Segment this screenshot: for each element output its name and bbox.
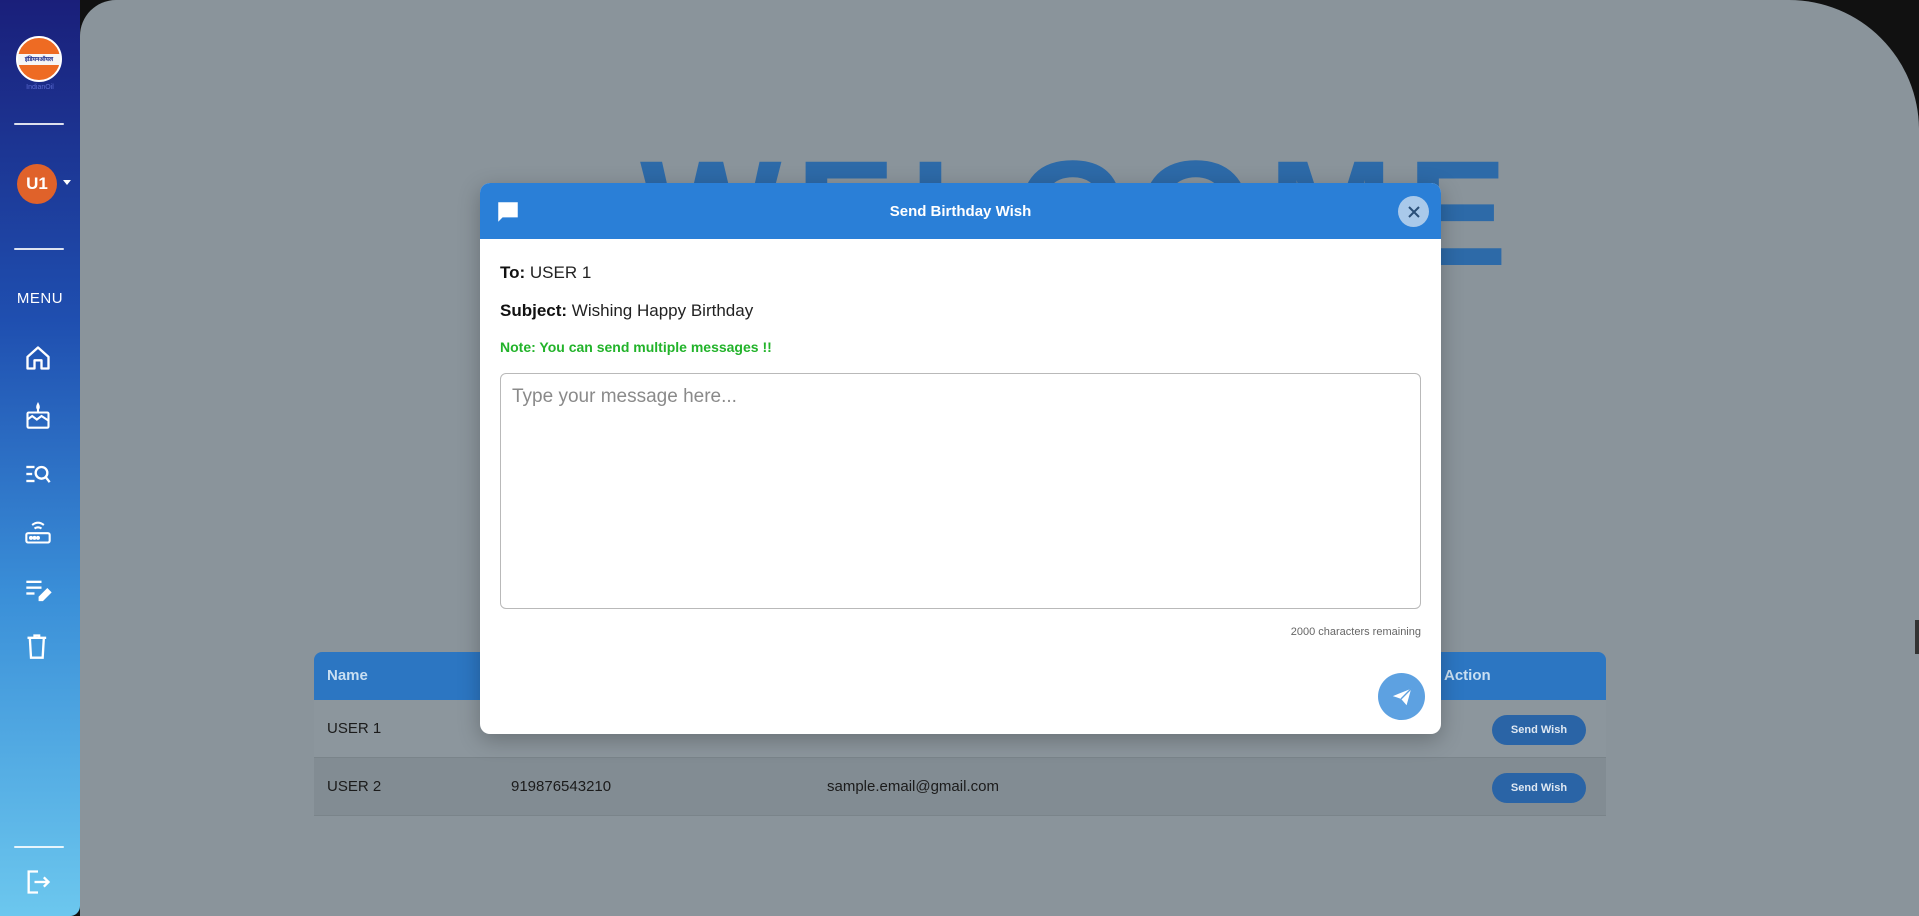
to-value: USER 1 (529, 263, 592, 282)
dialog-title: Send Birthday Wish (889, 202, 1032, 220)
home-icon[interactable] (22, 342, 54, 374)
send-wish-dialog: Send Birthday Wish To: USER 1 Subject: W… (480, 183, 1441, 734)
dialog-header: Send Birthday Wish (480, 183, 1441, 239)
cell-email: sample.email@gmail.com (827, 778, 999, 795)
send-icon (1392, 687, 1412, 705)
column-header-action: Action (1444, 667, 1491, 684)
chat-icon (498, 202, 518, 222)
cell-name: USER 1 (327, 720, 382, 737)
logout-icon[interactable] (22, 866, 54, 898)
column-header-name: Name (327, 667, 368, 684)
send-button[interactable] (1378, 673, 1425, 720)
search-list-icon[interactable] (22, 458, 54, 490)
sidebar-divider (14, 248, 64, 250)
indianoil-logo[interactable]: इंडियनऑयल (16, 36, 62, 82)
characters-remaining: 2000 characters remaining (1290, 626, 1421, 638)
to-label: To: (500, 263, 526, 282)
menu-label: MENU (16, 290, 64, 307)
birthday-cake-icon[interactable] (22, 400, 54, 432)
close-icon (1407, 205, 1420, 218)
sidebar-divider (14, 846, 64, 848)
close-button[interactable] (1398, 196, 1429, 227)
recipient-line: To: USER 1 (500, 263, 591, 283)
scrollbar-thumb[interactable] (1915, 620, 1919, 654)
table-row: USER 2 919876543210 sample.email@gmail.c… (314, 758, 1606, 816)
note-text: Note: You can send multiple messages !! (500, 339, 772, 355)
subject-line: Subject: Wishing Happy Birthday (500, 301, 753, 321)
edit-list-icon[interactable] (22, 574, 54, 606)
sidebar-divider (14, 123, 64, 125)
chevron-down-icon[interactable] (63, 180, 71, 185)
subject-label: Subject: (500, 301, 568, 320)
logo-text: इंडियनऑयल (18, 53, 60, 65)
subject-value: Wishing Happy Birthday (571, 301, 754, 320)
send-wish-button[interactable]: Send Wish (1492, 715, 1586, 745)
cell-name: USER 2 (327, 778, 382, 795)
user-avatar[interactable]: U1 (17, 164, 57, 204)
sidebar: इंडियनऑयल IndianOil U1 MENU (0, 0, 80, 916)
logo-subtext: IndianOil (26, 84, 54, 91)
message-textarea[interactable] (500, 373, 1421, 609)
send-wish-button[interactable]: Send Wish (1492, 773, 1586, 803)
trash-icon[interactable] (22, 630, 54, 662)
router-icon[interactable] (22, 516, 54, 548)
cell-phone: 919876543210 (511, 778, 612, 795)
